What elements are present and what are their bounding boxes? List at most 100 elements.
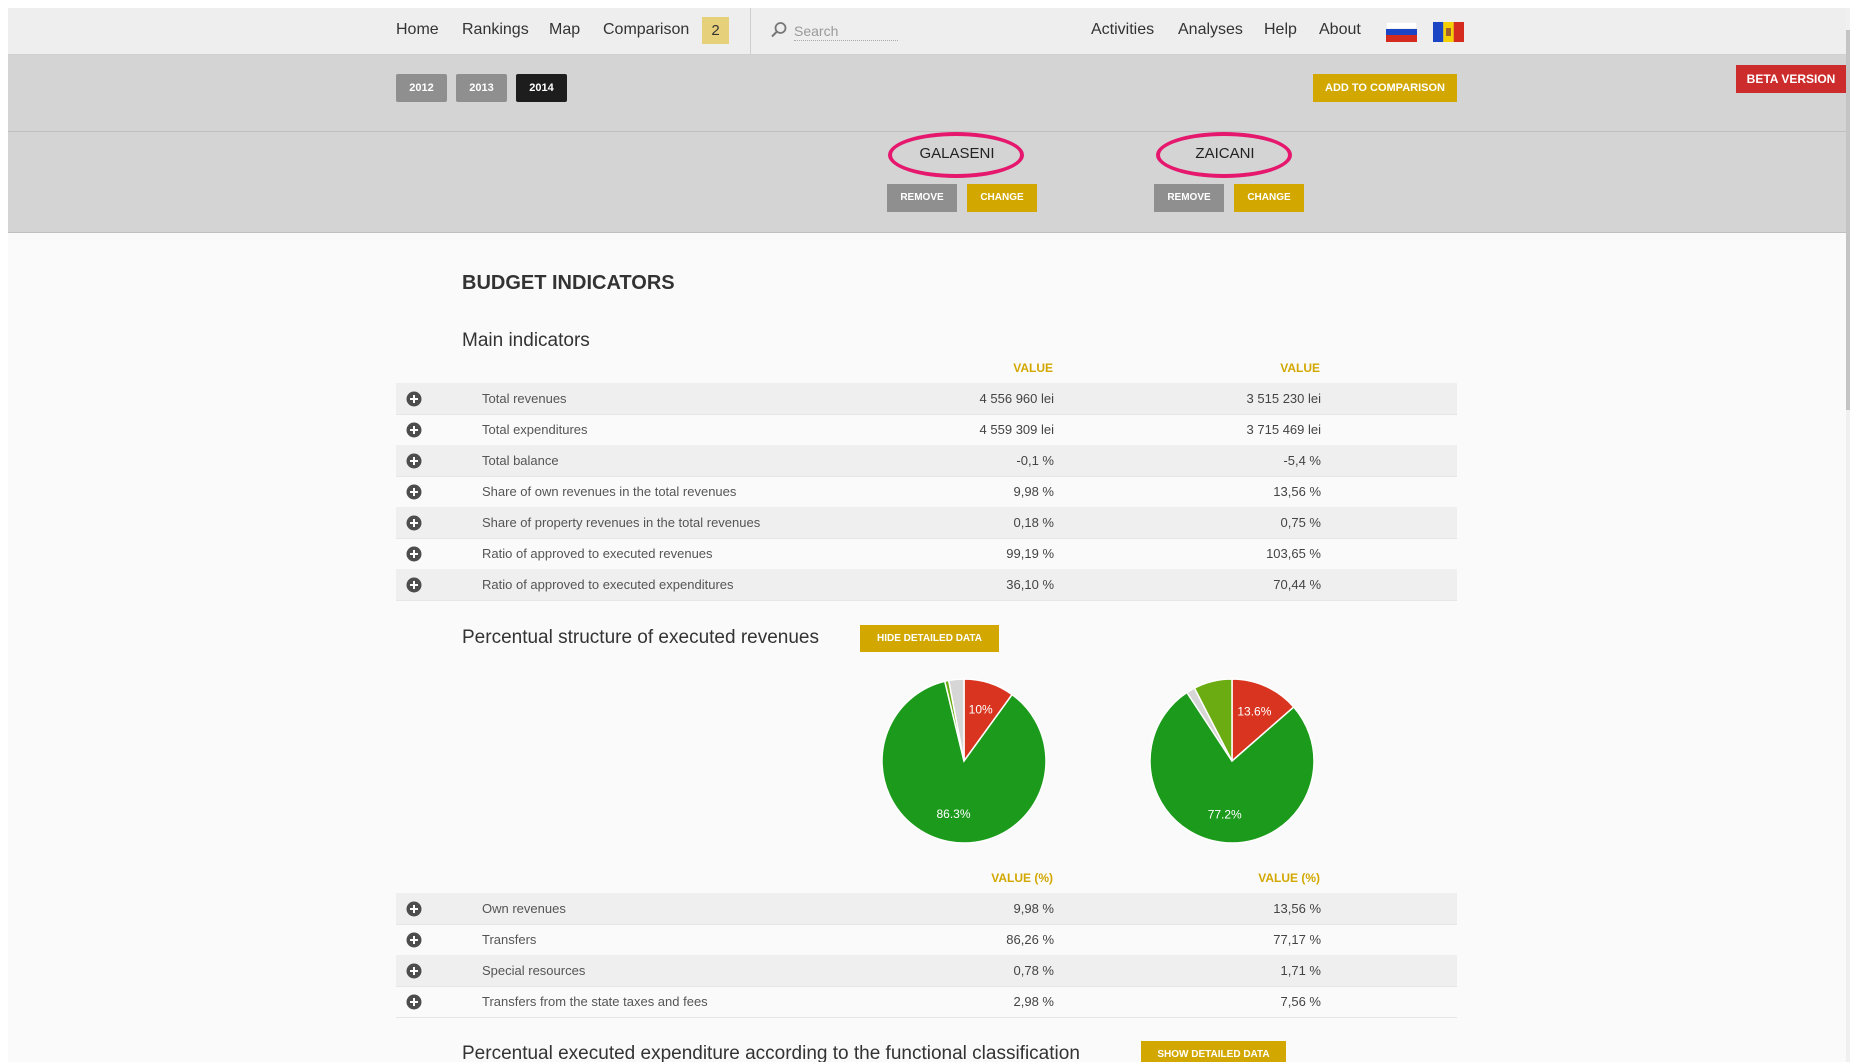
pie-data-label: 77.2%	[1208, 808, 1242, 822]
main-indicators-title: Main indicators	[462, 330, 590, 351]
value-percent-column-header: VALUE (%)	[1258, 871, 1320, 885]
table-row: Total expenditures 4 559 309 lei 3 715 469…	[396, 414, 1457, 446]
expand-plus-icon[interactable]	[406, 484, 422, 500]
search-icon	[771, 22, 787, 38]
remove-zaicani-button[interactable]: REMOVE	[1154, 184, 1224, 212]
row-value-1: 0,18 %	[1013, 515, 1054, 530]
table-row: Total revenues 4 556 960 lei 3 515 230 lei	[396, 383, 1457, 415]
table-row: Share of own revenues in the total reven…	[396, 476, 1457, 508]
compared-entities-bar: GALASENI REMOVE CHANGE ZAICANI REMOVE CH…	[8, 132, 1846, 233]
nav-comparison[interactable]: Comparison	[603, 21, 689, 39]
row-label: Special resources	[482, 963, 586, 978]
expand-plus-icon[interactable]	[406, 453, 422, 469]
row-value-2: 70,44 %	[1273, 577, 1321, 592]
year-2014-button[interactable]: 2014	[516, 74, 567, 102]
row-label: Ratio of approved to executed revenues	[482, 546, 713, 561]
row-label: Own revenues	[482, 901, 566, 916]
table-row: Share of property revenues in the total …	[396, 507, 1457, 539]
change-galaseni-button[interactable]: CHANGE	[967, 184, 1037, 212]
table-row: Special resources 0,78 % 1,71 %	[396, 955, 1457, 987]
row-label: Share of property revenues in the total …	[482, 515, 761, 530]
row-value-2: -5,4 %	[1283, 453, 1321, 468]
nav-analyses[interactable]: Analyses	[1178, 21, 1243, 39]
row-value-1: 4 559 309 lei	[979, 422, 1054, 437]
row-label: Total revenues	[482, 391, 567, 406]
beta-version-badge: BETA VERSION	[1736, 65, 1846, 93]
row-value-2: 1,71 %	[1280, 963, 1321, 978]
row-label: Transfers from the state taxes and fees	[482, 994, 708, 1009]
table-row: Transfers 86,26 % 77,17 %	[396, 924, 1457, 956]
year-2013-button[interactable]: 2013	[456, 74, 507, 102]
table-row: Ratio of approved to executed revenues 99…	[396, 538, 1457, 570]
add-to-comparison-button[interactable]: ADD TO COMPARISON	[1313, 74, 1457, 102]
row-label: Share of own revenues in the total reven…	[482, 484, 737, 499]
budget-indicators-title: BUDGET INDICATORS	[462, 272, 675, 294]
revenue-pie-chart-galaseni: 10% 86.3%	[881, 678, 1047, 844]
expand-plus-icon[interactable]	[406, 391, 422, 407]
search-input[interactable]	[794, 22, 898, 41]
entity-name: GALASENI	[919, 145, 995, 162]
table-row: Ratio of approved to executed expenditur…	[396, 569, 1457, 601]
row-value-2: 7,56 %	[1280, 994, 1321, 1009]
nav-rankings[interactable]: Rankings	[462, 21, 529, 39]
scrollbar-thumb[interactable]	[1846, 30, 1850, 410]
row-value-2: 3 715 469 lei	[1246, 422, 1321, 437]
expand-plus-icon[interactable]	[406, 901, 422, 917]
entity-name: ZAICANI	[1195, 145, 1255, 162]
row-label: Transfers	[482, 932, 537, 947]
nav-map[interactable]: Map	[549, 21, 580, 39]
expenditure-classification-title: Percentual executed expenditure accordin…	[462, 1043, 1080, 1062]
year-2012-button[interactable]: 2012	[396, 74, 447, 102]
value-column-header: VALUE	[1013, 361, 1053, 375]
revenue-structure-title: Percentual structure of executed revenue…	[462, 627, 819, 648]
nav-about[interactable]: About	[1319, 21, 1361, 39]
row-label: Ratio of approved to executed expenditur…	[482, 577, 734, 592]
expand-plus-icon[interactable]	[406, 577, 422, 593]
row-label: Total balance	[482, 453, 559, 468]
revenue-pie-chart-zaicani: 13.6% 77.2%	[1149, 678, 1315, 844]
row-value-2: 77,17 %	[1273, 932, 1321, 947]
value-column-header: VALUE	[1280, 361, 1320, 375]
row-value-1: 36,10 %	[1006, 577, 1054, 592]
top-navigation: Home Rankings Map Comparison 2 Activitie…	[8, 8, 1846, 55]
row-value-1: 2,98 %	[1013, 994, 1054, 1009]
remove-galaseni-button[interactable]: REMOVE	[887, 184, 957, 212]
moldovan-flag-icon[interactable]	[1433, 22, 1464, 42]
page-frame: Home Rankings Map Comparison 2 Activitie…	[8, 8, 1846, 1062]
russian-flag-icon[interactable]	[1386, 22, 1417, 42]
row-value-1: 99,19 %	[1006, 546, 1054, 561]
row-value-2: 0,75 %	[1280, 515, 1321, 530]
year-selector-bar: 2012 2013 2014 ADD TO COMPARISON BETA VE…	[8, 55, 1846, 132]
expand-plus-icon[interactable]	[406, 932, 422, 948]
table-row: Total balance -0,1 % -5,4 %	[396, 445, 1457, 477]
comparison-count-badge[interactable]: 2	[702, 17, 729, 44]
nav-divider	[750, 8, 751, 54]
row-value-1: 0,78 %	[1013, 963, 1054, 978]
row-value-1: 4 556 960 lei	[979, 391, 1054, 406]
expand-plus-icon[interactable]	[406, 963, 422, 979]
table-row: Transfers from the state taxes and fees 2…	[396, 986, 1457, 1018]
row-value-1: -0,1 %	[1016, 453, 1054, 468]
nav-activities[interactable]: Activities	[1091, 21, 1154, 39]
row-value-2: 13,56 %	[1273, 901, 1321, 916]
pie-data-label: 13.6%	[1237, 705, 1271, 719]
show-detailed-data-button[interactable]: SHOW DETAILED DATA	[1141, 1041, 1286, 1062]
expand-plus-icon[interactable]	[406, 422, 422, 438]
expand-plus-icon[interactable]	[406, 546, 422, 562]
row-value-2: 13,56 %	[1273, 484, 1321, 499]
hide-detailed-data-button[interactable]: HIDE DETAILED DATA	[860, 625, 999, 652]
nav-help[interactable]: Help	[1264, 21, 1297, 39]
change-zaicani-button[interactable]: CHANGE	[1234, 184, 1304, 212]
expand-plus-icon[interactable]	[406, 515, 422, 531]
row-value-1: 86,26 %	[1006, 932, 1054, 947]
row-label: Total expenditures	[482, 422, 588, 437]
pie-data-label: 10%	[969, 703, 993, 717]
row-value-1: 9,98 %	[1013, 901, 1054, 916]
nav-home[interactable]: Home	[396, 21, 439, 39]
row-value-2: 3 515 230 lei	[1246, 391, 1321, 406]
value-percent-column-header: VALUE (%)	[991, 871, 1053, 885]
row-value-1: 9,98 %	[1013, 484, 1054, 499]
expand-plus-icon[interactable]	[406, 994, 422, 1010]
pie-data-label: 86.3%	[936, 807, 970, 821]
table-row: Own revenues 9,98 % 13,56 %	[396, 893, 1457, 925]
